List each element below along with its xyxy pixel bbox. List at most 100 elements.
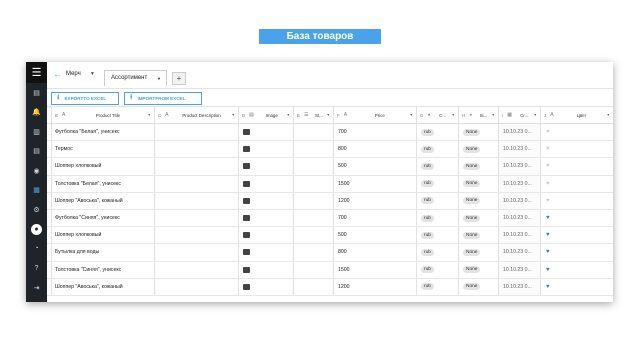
size-cell[interactable]: None (459, 261, 499, 278)
status-cell[interactable] (294, 227, 334, 244)
project-selector[interactable]: Мерч (66, 71, 81, 77)
size-cell[interactable]: None (459, 278, 499, 295)
image-cell[interactable] (239, 244, 294, 261)
status-cell[interactable] (294, 158, 334, 175)
column-header-j[interactable]: J A Цвет ▼ (541, 107, 613, 123)
chevron-down-icon[interactable]: ▼ (90, 71, 95, 77)
back-arrow-icon[interactable]: ← (53, 69, 62, 79)
price-cell[interactable]: 800 (334, 244, 417, 261)
chevron-down-icon[interactable]: ▼ (410, 113, 413, 117)
price-cell[interactable]: 500 (334, 227, 417, 244)
currency-cell[interactable]: rub (417, 278, 459, 295)
column-header-g[interactable]: G ◕ C... ▼ (417, 107, 459, 123)
chevron-down-icon[interactable]: ▼ (452, 113, 455, 117)
product-description-cell[interactable] (155, 124, 239, 141)
price-cell[interactable]: 700 (334, 124, 417, 141)
color-cell[interactable]: ♥ (541, 193, 613, 209)
product-description-cell[interactable] (155, 209, 239, 227)
image-cell[interactable] (239, 209, 294, 227)
status-cell[interactable] (294, 261, 334, 278)
currency-cell[interactable]: rub (417, 141, 459, 158)
chevron-down-icon[interactable]: ▼ (607, 113, 610, 117)
column-header-d[interactable]: D ▤ Image ▼ (239, 107, 294, 123)
table-row[interactable]: Шоппер хлопковый 500 rub None 10.10.23 0... ♥ (47, 158, 613, 176)
product-title-cell[interactable]: Термос (52, 141, 155, 158)
color-cell[interactable]: ♥ (541, 279, 613, 295)
tab-assortment[interactable]: Ассортимент ▼ (104, 70, 167, 86)
image-cell[interactable] (239, 227, 294, 244)
chevron-down-icon[interactable]: ▼ (287, 113, 290, 117)
size-cell[interactable]: None (459, 175, 499, 192)
column-header-c[interactable]: C A Product Description ▼ (155, 107, 239, 123)
size-cell[interactable]: None (459, 158, 499, 175)
currency-cell[interactable]: rub (417, 227, 459, 244)
column-header-i[interactable]: I ▦ Cr... ▼ (499, 107, 541, 123)
table-row[interactable]: Толстовка "Белая", унисекс 1500 rub None 10.… (47, 175, 613, 193)
product-description-cell[interactable] (155, 244, 239, 261)
product-description-cell[interactable] (155, 141, 239, 158)
table-row[interactable]: Футболка "Синяя", унисекс 700 rub None 10.10… (47, 209, 613, 228)
size-cell[interactable]: None (459, 192, 499, 209)
color-cell[interactable]: ♥ (541, 176, 613, 192)
currency-cell[interactable]: rub (417, 261, 459, 278)
sidebar-item-file[interactable]: ▤ (26, 142, 47, 162)
color-cell[interactable]: ♥ (541, 262, 613, 278)
color-cell[interactable]: ♥ (541, 210, 613, 226)
sidebar-item-user[interactable]: ● (26, 220, 47, 240)
color-cell[interactable]: ♥ (541, 158, 613, 174)
sidebar-item-table[interactable]: ▦ (26, 181, 47, 201)
product-title-cell[interactable]: Шоппер "Авоська", кожаный (52, 192, 155, 209)
product-title-cell[interactable]: Шоппер хлопковый (52, 227, 155, 244)
price-cell[interactable]: 500 (334, 158, 417, 175)
chevron-down-icon[interactable]: ▼ (534, 113, 537, 117)
table-row[interactable]: Толстовка "Синяя", унисекс 1500 rub None 10.… (47, 261, 613, 279)
currency-cell[interactable]: rub (417, 158, 459, 175)
size-cell[interactable]: None (459, 209, 499, 227)
product-description-cell[interactable] (155, 261, 239, 278)
status-cell[interactable] (294, 209, 334, 227)
color-cell[interactable]: ♥ (541, 124, 613, 140)
product-title-cell[interactable]: Футболка "Синяя", унисекс (52, 209, 155, 227)
sidebar-item-settings[interactable]: ⚙ (26, 200, 47, 220)
chevron-down-icon[interactable]: ▼ (492, 113, 495, 117)
sidebar-item-document[interactable]: ▤ (26, 83, 47, 103)
image-cell[interactable] (239, 175, 294, 192)
status-cell[interactable] (294, 244, 334, 261)
table-row[interactable]: Бутылка для воды 800 rub None 10.10.23 0... ♥ (47, 244, 613, 262)
sidebar-item-chart[interactable]: ▥ (26, 122, 47, 142)
sidebar-item-chat[interactable]: ◉ (26, 161, 47, 181)
status-cell[interactable] (294, 192, 334, 209)
status-cell[interactable] (294, 141, 334, 158)
product-description-cell[interactable] (155, 158, 239, 175)
column-header-b[interactable]: B A Product Title ▼ (52, 107, 155, 123)
currency-cell[interactable]: rub (417, 209, 459, 227)
sidebar-item-logout[interactable]: ⇥ (26, 278, 47, 298)
product-title-cell[interactable]: Толстовка "Синяя", унисекс (52, 261, 155, 278)
column-header-e[interactable]: E ☰ St... ▼ (294, 107, 334, 123)
size-cell[interactable]: None (459, 227, 499, 244)
product-description-cell[interactable] (155, 227, 239, 244)
image-cell[interactable] (239, 158, 294, 175)
image-cell[interactable] (239, 141, 294, 158)
product-title-cell[interactable]: Футболка "Белая", унисекс (52, 124, 155, 141)
currency-cell[interactable]: rub (417, 192, 459, 209)
size-cell[interactable]: None (459, 124, 499, 141)
price-cell[interactable]: 1200 (334, 192, 417, 209)
color-cell[interactable]: ♥ (541, 227, 613, 243)
sidebar-item-bell[interactable]: 🔔 (26, 103, 47, 123)
chevron-down-icon[interactable]: ▼ (327, 113, 330, 117)
image-cell[interactable] (239, 192, 294, 209)
status-cell[interactable] (294, 278, 334, 295)
table-row[interactable]: Шоппер "Авоська", кожаный 1200 rub None 10.1… (47, 278, 613, 296)
size-cell[interactable]: None (459, 141, 499, 158)
product-description-cell[interactable] (155, 175, 239, 192)
currency-cell[interactable]: rub (417, 175, 459, 192)
price-cell[interactable]: 1500 (334, 261, 417, 278)
image-cell[interactable] (239, 278, 294, 295)
chevron-down-icon[interactable]: ▼ (157, 76, 161, 81)
status-cell[interactable] (294, 175, 334, 192)
product-title-cell[interactable]: Шоппер "Авоська", кожаный (52, 278, 155, 295)
hamburger-icon[interactable]: ☰ (26, 62, 47, 83)
product-description-cell[interactable] (155, 278, 239, 295)
product-title-cell[interactable]: Шоппер хлопковый (52, 158, 155, 175)
